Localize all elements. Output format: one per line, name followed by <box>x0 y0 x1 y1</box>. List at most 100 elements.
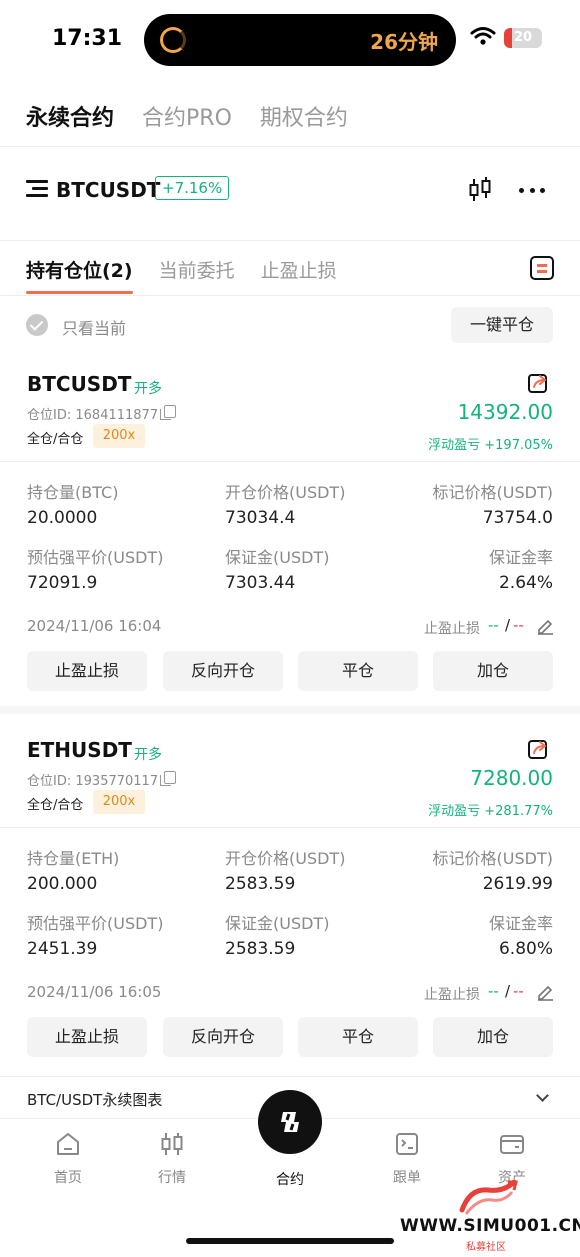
timer-icon <box>160 27 186 53</box>
size-value: 200.000 <box>27 874 98 894</box>
divider <box>0 827 580 828</box>
tpsl-label: 止盈止损 <box>424 621 480 637</box>
chevron-down-icon[interactable] <box>536 1089 549 1102</box>
unrealized-pnl-percent: 浮动盈亏 +197.05% <box>428 438 553 453</box>
nav-contract[interactable]: 合约 <box>250 1163 330 1189</box>
tab-tp-sl[interactable]: 止盈止损 <box>261 256 337 292</box>
order-history-icon[interactable] <box>530 256 554 280</box>
liq-price-label: 预估强平价(USDT) <box>27 548 164 567</box>
reverse-position-button[interactable]: 反向开仓 <box>163 1017 283 1057</box>
home-icon <box>57 1133 79 1155</box>
size-value: 20.0000 <box>27 508 98 528</box>
size-label: 持仓量(ETH) <box>27 849 120 868</box>
tpsl-separator: / <box>505 616 511 634</box>
mark-price-label: 标记价格(USDT) <box>432 483 553 502</box>
close-all-button[interactable]: 一键平仓 <box>451 307 553 343</box>
candlestick-chart-icon[interactable] <box>467 176 493 204</box>
nav-assets[interactable]: 资产 <box>472 1131 552 1187</box>
reverse-position-button[interactable]: 反向开仓 <box>163 651 283 691</box>
tp-sl-button[interactable]: 止盈止损 <box>27 1017 147 1057</box>
sl-value: -- <box>513 982 524 1000</box>
tp-value: -- <box>488 616 499 634</box>
sl-value: -- <box>513 616 524 634</box>
dynamic-island[interactable]: 26分钟 <box>144 14 456 66</box>
watermark-url: WWW.SIMU001.CN <box>400 1216 580 1236</box>
margin-rate-label: 保证金率 <box>488 548 553 567</box>
copy-icon[interactable] <box>160 405 176 420</box>
open-time: 2024/11/06 16:05 <box>27 983 162 1001</box>
show-current-checkbox-icon[interactable] <box>26 314 48 336</box>
position-id: 仓位ID: 1935770117 <box>27 774 159 789</box>
unrealized-pnl-value: 7280.00 <box>470 766 553 790</box>
edit-icon[interactable] <box>536 983 554 1001</box>
leverage-badge[interactable]: 200x <box>93 424 145 448</box>
nav-label: 行情 <box>158 1170 186 1186</box>
tab-options[interactable]: 期权合约 <box>260 100 348 132</box>
contract-fab-button[interactable] <box>258 1090 322 1154</box>
position-side: 开多 <box>134 747 162 763</box>
status-time: 17:31 <box>52 26 123 51</box>
close-position-button[interactable]: 平仓 <box>298 1017 418 1057</box>
leverage-badge[interactable]: 200x <box>93 790 145 814</box>
position-symbol[interactable]: BTCUSDT <box>27 372 131 396</box>
add-position-button[interactable]: 加仓 <box>433 651 553 691</box>
tpsl-separator: / <box>505 982 511 1000</box>
divider <box>0 240 580 241</box>
copy-icon[interactable] <box>160 771 176 786</box>
wallet-icon <box>500 1135 524 1154</box>
mark-price-value: 73754.0 <box>482 508 553 528</box>
margin-value: 7303.44 <box>225 573 296 593</box>
margin-label: 保证金(USDT) <box>225 548 330 567</box>
margin-rate-value: 6.80% <box>498 939 553 959</box>
watermark: WWW.SIMU001.CN 私募社区 <box>400 1180 580 1253</box>
contract-icon <box>281 1112 299 1132</box>
tab-open-orders[interactable]: 当前委托 <box>159 256 235 292</box>
unrealized-pnl-percent: 浮动盈亏 +281.77% <box>428 804 553 819</box>
margin-value: 2583.59 <box>225 939 296 959</box>
price-change-badge: +7.16% <box>155 176 230 200</box>
margin-rate-value: 2.64% <box>498 573 553 593</box>
mark-price-value: 2619.99 <box>482 874 553 894</box>
position-tabs: 持有仓位(2) 当前委托 止盈止损 <box>26 256 337 294</box>
share-icon[interactable] <box>527 738 549 760</box>
card-separator <box>0 706 580 714</box>
symbol-bar: BTCUSDT +7.16% <box>26 176 556 206</box>
margin-mode: 全仓/合仓 <box>27 798 84 813</box>
tab-perpetual[interactable]: 永续合约 <box>26 100 114 132</box>
entry-price-label: 开仓价格(USDT) <box>225 849 346 868</box>
tp-value: -- <box>488 982 499 1000</box>
edit-icon[interactable] <box>536 617 554 635</box>
nav-label: 合约 <box>276 1172 304 1188</box>
tab-contract-pro[interactable]: 合约PRO <box>142 100 232 132</box>
contract-type-tabs: 永续合约 合约PRO 期权合约 <box>26 100 348 132</box>
liq-price-value: 72091.9 <box>27 573 98 593</box>
divider <box>0 146 580 147</box>
nav-copy-trade[interactable]: 跟单 <box>367 1131 447 1187</box>
tp-sl-button[interactable]: 止盈止损 <box>27 651 147 691</box>
entry-price-label: 开仓价格(USDT) <box>225 483 346 502</box>
position-symbol[interactable]: ETHUSDT <box>27 738 132 762</box>
symbol-menu-icon[interactable] <box>26 180 48 198</box>
symbol-name[interactable]: BTCUSDT <box>56 178 160 202</box>
nav-market[interactable]: 行情 <box>132 1131 212 1187</box>
copy-trade-icon <box>396 1133 418 1155</box>
entry-price-value: 73034.4 <box>225 508 296 528</box>
open-time: 2024/11/06 16:04 <box>27 617 162 635</box>
margin-label: 保证金(USDT) <box>225 914 330 933</box>
tab-open-positions[interactable]: 持有仓位(2) <box>26 256 133 294</box>
close-position-button[interactable]: 平仓 <box>298 651 418 691</box>
add-position-button[interactable]: 加仓 <box>433 1017 553 1057</box>
liq-price-value: 2451.39 <box>27 939 98 959</box>
candlestick-icon <box>161 1133 183 1155</box>
status-bar: 17:31 26分钟 20 <box>0 0 580 80</box>
battery-icon: 20 <box>504 28 542 48</box>
home-indicator[interactable] <box>186 1238 394 1244</box>
share-icon[interactable] <box>527 372 549 394</box>
position-id: 仓位ID: 1684111877 <box>27 408 159 423</box>
position-side: 开多 <box>134 381 162 397</box>
nav-home[interactable]: 首页 <box>28 1131 108 1187</box>
entry-price-value: 2583.59 <box>225 874 296 894</box>
more-options-icon[interactable] <box>519 188 545 194</box>
show-current-label[interactable]: 只看当前 <box>62 315 126 339</box>
divider <box>0 461 580 462</box>
